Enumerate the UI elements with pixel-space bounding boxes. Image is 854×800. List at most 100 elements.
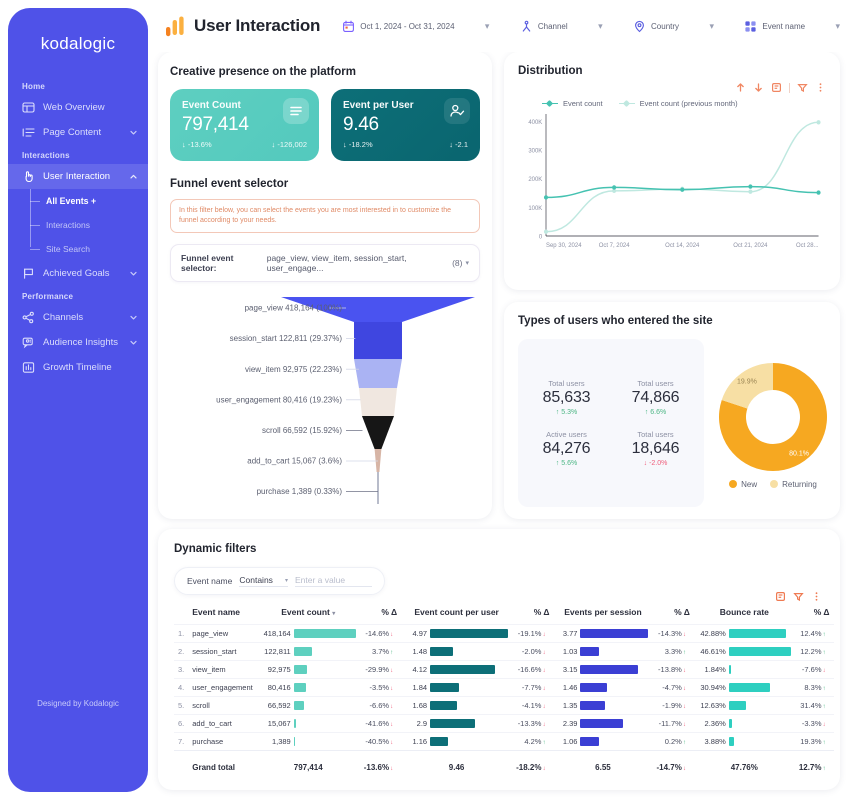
filter-chevron-down-icon[interactable]: ▾ bbox=[485, 21, 490, 32]
col-event-count-per-user[interactable]: Event count per user bbox=[401, 607, 512, 625]
legend-swatch bbox=[618, 99, 635, 107]
delta-value: -29.9% bbox=[365, 665, 390, 675]
donut-legend: New Returning bbox=[729, 480, 817, 489]
table-cell-delta: 3.7%↑ bbox=[359, 642, 402, 661]
delta-value: 19.3% bbox=[800, 737, 822, 747]
row-index: 4. bbox=[174, 678, 189, 697]
table-row[interactable]: 6. add_to_cart 15,067 -41.6%↓ 2.9 -13.3%↓ 2.39… bbox=[174, 714, 834, 733]
table-row[interactable]: 5. scroll 66,592 -6.6%↓ 1.68 -4.1%↓ 1.35 -1.9%↓… bbox=[174, 696, 834, 715]
export-icon[interactable] bbox=[771, 82, 782, 93]
funnel-event-selector[interactable]: Funnel event selector: page_view, view_i… bbox=[170, 244, 480, 283]
chevron-down-icon[interactable] bbox=[129, 338, 138, 347]
grand-total-cell: 9.46 bbox=[401, 750, 513, 777]
chevron-down-icon[interactable] bbox=[129, 269, 138, 278]
sidebar-subitem-all-events[interactable]: All Events + bbox=[30, 189, 148, 213]
arrow-down-icon[interactable] bbox=[753, 82, 764, 93]
table-cell-delta: -3.5%↓ bbox=[359, 678, 402, 697]
arrow-up-icon[interactable] bbox=[735, 82, 746, 93]
table-row[interactable]: 3. view_item 92,975 -29.9%↓ 4.12 -16.6%↓ 3.15-… bbox=[174, 660, 834, 679]
sidebar-subnav: All Events + Interactions Site Search bbox=[8, 189, 148, 261]
table-row[interactable]: 1. page_view 418,164 -14.6%↓ 4.97 -19.1%↓ 3.77… bbox=[174, 624, 834, 643]
col-event-name[interactable]: Event name bbox=[188, 607, 256, 625]
filter-chevron-down-icon[interactable]: ▾ bbox=[835, 21, 840, 32]
table-cell-delta: -13.3%↓ bbox=[512, 714, 554, 733]
sidebar-subitem-site-search[interactable]: Site Search bbox=[30, 237, 148, 261]
table-row[interactable]: 4. user_engagement 80,416 -3.5%↓ 1.84 -7.7%↓ 1… bbox=[174, 678, 834, 697]
cell-bar bbox=[293, 719, 297, 729]
table-row[interactable]: 7. purchase 1,389 -40.5%↓ 1.16 4.2%↑ 1.06 0.2%↑… bbox=[174, 732, 834, 751]
filter-operator-select[interactable]: Contains ▾ bbox=[239, 575, 288, 588]
selector-value: page_view, view_item, session_start, use… bbox=[266, 253, 407, 274]
header-filter-oct-1-2024-oct-31-2024[interactable]: Oct 1, 2024 - Oct 31, 2024 bbox=[342, 20, 455, 33]
data-point bbox=[543, 195, 549, 200]
filter-operator-value: Contains bbox=[239, 575, 273, 586]
export-icon[interactable] bbox=[775, 591, 786, 602]
grand-total-delta: -14.7%↓ bbox=[652, 750, 694, 777]
grand-total-label: Grand total bbox=[188, 750, 257, 777]
arrow-down-icon: ↓ bbox=[542, 668, 546, 675]
col-bounce-delta[interactable]: % Δ bbox=[795, 607, 834, 625]
delta-value: -11.7% bbox=[658, 719, 682, 729]
table-row[interactable]: 2. session_start 122,811 3.7%↑ 1.48 -2.0%↓ 1.0… bbox=[174, 642, 834, 661]
funnel-step-label: add_to_cart 15,067 (3.6%) bbox=[247, 457, 342, 466]
cell-bar bbox=[580, 701, 605, 711]
legend-label: Returning bbox=[782, 479, 817, 489]
col-per-session-delta[interactable]: % Δ bbox=[652, 607, 693, 625]
sidebar-subitem-interactions[interactable]: Interactions bbox=[30, 213, 148, 237]
sidebar-item-audience-insights[interactable]: Audience Insights bbox=[8, 330, 148, 355]
col-events-per-session[interactable]: Events per session bbox=[553, 607, 652, 625]
filter-value-input[interactable]: Enter a value bbox=[294, 575, 372, 588]
funnel-chart: page_view 418,164 (100%) session_start 12… bbox=[170, 294, 480, 509]
cell-value: 2.36% bbox=[704, 719, 726, 729]
grand-total-cell: 797,414 bbox=[256, 750, 360, 777]
sidebar-item-channels[interactable]: Channels bbox=[8, 305, 148, 330]
col-per-user-delta[interactable]: % Δ bbox=[512, 607, 553, 625]
events-table-head: Event name Event count ▾ % Δ Event count… bbox=[174, 607, 834, 625]
arrow-down-icon: ↓ bbox=[682, 722, 686, 729]
filter-icon[interactable] bbox=[797, 82, 808, 93]
filter-icon[interactable] bbox=[793, 591, 804, 602]
col-event-count[interactable]: Event count ▾ bbox=[257, 607, 360, 625]
header-filter-event-name[interactable]: Event name bbox=[744, 20, 805, 33]
cell-bar bbox=[430, 629, 509, 639]
main-area: User Interaction Oct 1, 2024 - Oct 31, 2… bbox=[148, 0, 854, 800]
cell-value: 1.84% bbox=[704, 665, 726, 675]
kpi-event-count[interactable]: Event Count 797,414 ↓ -13.6% ↓ -126,002 bbox=[170, 89, 319, 161]
chevron-down-icon[interactable]: ▾ bbox=[465, 259, 469, 267]
donut-slice[interactable] bbox=[721, 362, 773, 409]
filter-chevron-down-icon[interactable]: ▾ bbox=[709, 21, 714, 32]
row-index: 5. bbox=[174, 696, 189, 715]
sidebar-item-growth-timeline[interactable]: Growth Timeline bbox=[8, 355, 148, 380]
sidebar-item-achieved-goals[interactable]: Achieved Goals bbox=[8, 261, 148, 286]
sidebar-item-user-interaction[interactable]: User Interaction bbox=[8, 164, 148, 189]
filter-chevron-down-icon[interactable]: ▾ bbox=[598, 21, 603, 32]
cell-bar bbox=[580, 629, 649, 639]
cell-bar bbox=[728, 665, 732, 675]
data-point bbox=[748, 189, 753, 194]
col-event-count-delta[interactable]: % Δ bbox=[360, 607, 401, 625]
chevron-up-icon[interactable] bbox=[129, 172, 138, 181]
event-name-filter[interactable]: Event name Contains ▾ Enter a value bbox=[174, 567, 385, 596]
table-cell: 2.39 bbox=[553, 714, 653, 733]
arrow-down-icon: ↓ bbox=[390, 632, 394, 639]
sidebar-item-web-overview[interactable]: Web Overview bbox=[8, 95, 148, 120]
stat-value: 84,276 bbox=[542, 440, 591, 458]
kpi-event-per-user[interactable]: Event per User 9.46 ↓ -18.2% ↓ -2.1 bbox=[331, 89, 480, 161]
user-stat: Active users 84,276 ↑ 5.6% bbox=[522, 430, 611, 467]
stat-value: 18,646 bbox=[631, 440, 680, 458]
cell-bar bbox=[430, 683, 459, 693]
col-bounce-rate[interactable]: Bounce rate bbox=[694, 607, 795, 625]
table-cell: 1,389 bbox=[256, 732, 360, 751]
table-cell: 2.9 bbox=[401, 714, 513, 733]
more-vertical-icon[interactable] bbox=[811, 591, 822, 602]
header-filter-channel[interactable]: Channel bbox=[520, 20, 568, 33]
chevron-down-icon[interactable] bbox=[129, 128, 138, 137]
delta-value: -1.9% bbox=[662, 701, 682, 711]
header-filter-country[interactable]: Country bbox=[633, 20, 679, 33]
kpi-delta-abs: ↓ -126,002 bbox=[271, 140, 307, 149]
chevron-down-icon[interactable] bbox=[129, 313, 138, 322]
kpi-label: Event Count bbox=[182, 100, 241, 111]
more-vertical-icon[interactable] bbox=[815, 82, 826, 93]
sidebar-item-page-content[interactable]: Page Content bbox=[8, 120, 148, 145]
table-cell: 1.16 bbox=[401, 732, 513, 751]
